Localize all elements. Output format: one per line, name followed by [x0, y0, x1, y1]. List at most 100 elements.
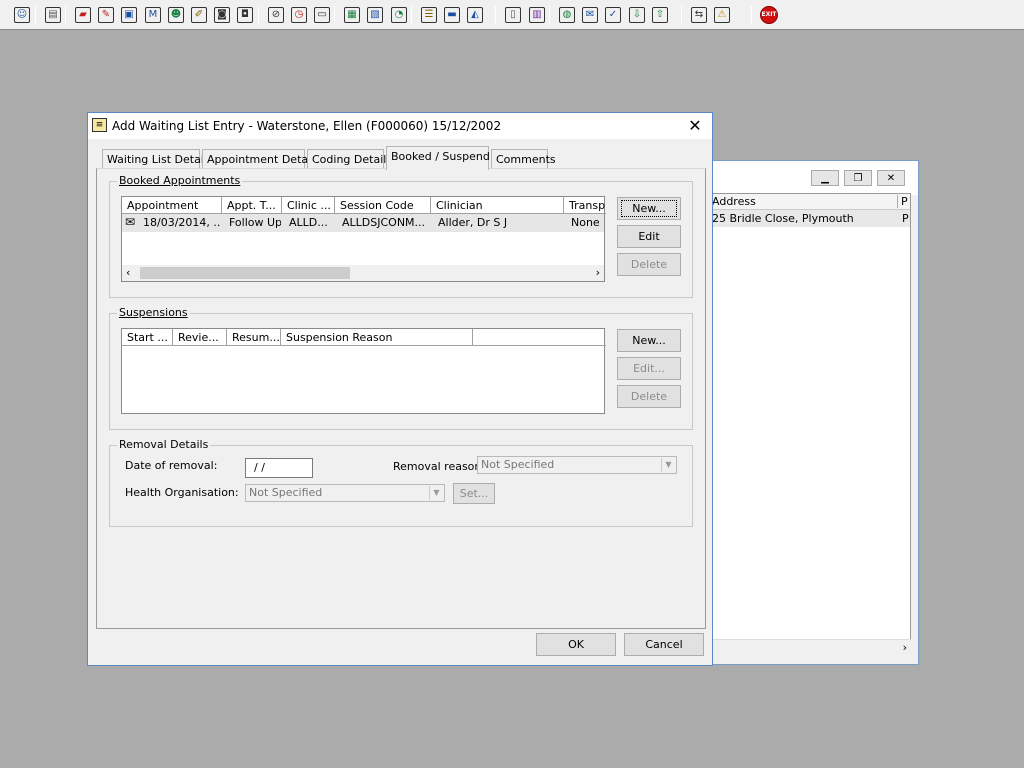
- book-toolbar-button[interactable]: ▰: [73, 5, 93, 25]
- tab-appointment-details[interactable]: Appointment Details: [202, 149, 320, 169]
- tab-comments[interactable]: Comments: [491, 149, 556, 169]
- column-header-appt-type[interactable]: Appt. T...: [222, 197, 282, 214]
- chevron-down-icon[interactable]: ▼: [429, 486, 443, 500]
- booked-delete-button[interactable]: Delete: [617, 253, 681, 276]
- edit-toolbar-button[interactable]: ✎: [96, 5, 116, 25]
- background-window-titlebar[interactable]: ▁ ❐ ✕: [701, 161, 918, 195]
- booked-appointments-grid[interactable]: Appointment Appt. T... Clinic ... Sessio…: [121, 196, 606, 282]
- no-entry-icon: ⊘: [268, 7, 284, 23]
- mail-toolbar-button[interactable]: M: [143, 5, 163, 25]
- booked-grid-header: Appointment Appt. T... Clinic ... Sessio…: [122, 197, 606, 214]
- suspension-delete-button[interactable]: Delete: [617, 385, 681, 408]
- monitor-toolbar-button[interactable]: ▭: [312, 5, 332, 25]
- globe-toolbar-button[interactable]: ◍: [557, 5, 577, 25]
- close-button[interactable]: ✕: [877, 170, 905, 186]
- check-form-toolbar-button[interactable]: ✓: [603, 5, 623, 25]
- cancel-button[interactable]: Cancel: [624, 633, 704, 656]
- dialog-titlebar[interactable]: ≡ Add Waiting List Entry - Waterstone, E…: [88, 113, 712, 139]
- set-organisation-button[interactable]: Set...: [453, 483, 495, 504]
- booked-edit-button[interactable]: Edit: [617, 225, 681, 248]
- add-waiting-list-dialog[interactable]: ≡ Add Waiting List Entry - Waterstone, E…: [87, 112, 713, 666]
- globe-icon: ◍: [559, 7, 575, 23]
- scroll-right-icon[interactable]: ›: [596, 266, 600, 279]
- notepad-icon: ≡: [92, 118, 107, 132]
- restore-button[interactable]: ❐: [844, 170, 872, 186]
- column-header-p[interactable]: P: [897, 195, 908, 208]
- camera-toolbar-button[interactable]: ◙: [212, 5, 232, 25]
- download-toolbar-button[interactable]: ⇩: [627, 5, 647, 25]
- tab-waiting-list-details[interactable]: Waiting List Details: [102, 149, 213, 169]
- patient-list[interactable]: Address P 25 Bridle Close, Plymouth P: [709, 193, 911, 647]
- bed-toolbar-button[interactable]: ▬: [442, 5, 462, 25]
- tab-booked-suspend[interactable]: Booked / Suspend: [386, 146, 490, 170]
- suspensions-group: Suspensions Start ... Revie... Resum... …: [109, 306, 693, 430]
- upload-toolbar-button[interactable]: ⇧: [650, 5, 670, 25]
- note-toolbar-button[interactable]: ✐: [189, 5, 209, 25]
- health-organisation-select[interactable]: Not Specified ▼: [245, 484, 445, 502]
- report-toolbar-button[interactable]: ▦: [342, 5, 362, 25]
- removal-reason-select[interactable]: Not Specified ▼: [477, 456, 677, 474]
- minimize-button[interactable]: ▁: [811, 170, 839, 186]
- letter-toolbar-button[interactable]: ✉: [580, 5, 600, 25]
- removal-reason-value: Not Specified: [481, 458, 555, 471]
- ok-button[interactable]: OK: [536, 633, 616, 656]
- suspension-edit-button[interactable]: Edit...: [617, 357, 681, 380]
- chart-icon: ▥: [529, 7, 545, 23]
- card-toolbar-button[interactable]: ▣: [119, 5, 139, 25]
- scroll-right-icon[interactable]: ›: [903, 641, 907, 654]
- background-window[interactable]: ▁ ❐ ✕ Address P 25 Bridle Close, Plymout…: [700, 160, 919, 665]
- column-header-start[interactable]: Start ...: [122, 329, 173, 346]
- letter-icon: ✉: [582, 7, 598, 23]
- date-of-removal-field[interactable]: / /: [245, 458, 313, 478]
- suspensions-label: Suspensions: [117, 306, 190, 319]
- column-header-clinician[interactable]: Clinician: [431, 197, 564, 214]
- transport-toolbar-button[interactable]: ◭: [465, 5, 485, 25]
- column-header-appointment[interactable]: Appointment: [122, 197, 222, 214]
- check-form-icon: ✓: [605, 7, 621, 23]
- patient-list-header: Address P: [710, 194, 910, 210]
- chevron-down-icon[interactable]: ▼: [661, 458, 675, 472]
- schedule-toolbar-button[interactable]: ◔: [389, 5, 409, 25]
- no-entry-toolbar-button[interactable]: ⊘: [266, 5, 286, 25]
- column-header-blank[interactable]: [473, 329, 606, 346]
- video-toolbar-button[interactable]: ◘: [235, 5, 255, 25]
- print-toolbar-button[interactable]: ▤: [43, 5, 63, 25]
- column-header-clinic[interactable]: Clinic ...: [282, 197, 335, 214]
- person-toolbar-button[interactable]: ☻: [166, 5, 186, 25]
- form-toolbar-button[interactable]: ▧: [365, 5, 385, 25]
- suspensions-grid[interactable]: Start ... Revie... Resum... Suspension R…: [121, 328, 606, 414]
- column-header-session-code[interactable]: Session Code: [335, 197, 431, 214]
- form-icon: ▧: [367, 7, 383, 23]
- background-horizontal-scrollbar[interactable]: ›: [709, 639, 911, 656]
- transfer-toolbar-button[interactable]: ⇆: [689, 5, 709, 25]
- document-toolbar-button[interactable]: ▯: [503, 5, 523, 25]
- column-header-address[interactable]: Address: [712, 195, 756, 208]
- edit-icon: ✎: [98, 7, 114, 23]
- scrollbar-thumb[interactable]: [140, 267, 350, 279]
- transport-cell: None: [571, 216, 600, 229]
- warning-toolbar-button[interactable]: ⚠: [712, 5, 732, 25]
- suspension-new-button[interactable]: New...: [617, 329, 681, 352]
- removal-reason-label: Removal reason:: [393, 460, 486, 473]
- column-header-transport[interactable]: Transp: [564, 197, 606, 214]
- column-header-suspension-reason[interactable]: Suspension Reason: [281, 329, 473, 346]
- user-icon: ☺: [14, 7, 30, 23]
- tab-coding-details[interactable]: Coding Details: [307, 149, 392, 169]
- scroll-left-icon[interactable]: ‹: [126, 266, 130, 279]
- exit-toolbar-button[interactable]: EXIT: [759, 5, 779, 25]
- list-toolbar-button[interactable]: ☰: [419, 5, 439, 25]
- booked-new-button[interactable]: New...: [617, 197, 681, 220]
- user-toolbar-button[interactable]: ☺: [12, 5, 32, 25]
- list-item[interactable]: 25 Bridle Close, Plymouth P: [710, 210, 910, 227]
- removal-details-group: Removal Details Date of removal: / / Rem…: [109, 438, 693, 527]
- health-organisation-label: Health Organisation:: [125, 486, 239, 499]
- column-header-review[interactable]: Revie...: [173, 329, 227, 346]
- close-icon[interactable]: ✕: [686, 116, 704, 135]
- column-header-resume[interactable]: Resum...: [227, 329, 281, 346]
- clock-toolbar-button[interactable]: ◷: [289, 5, 309, 25]
- table-row[interactable]: ✉ 18/03/2014, ... Follow Up ALLD... ALLD…: [122, 214, 604, 232]
- booked-grid-horizontal-scrollbar[interactable]: ‹ ›: [122, 265, 604, 281]
- p-cell: P: [902, 212, 909, 225]
- chart-toolbar-button[interactable]: ▥: [527, 5, 547, 25]
- session-code-cell: ALLDSJCONM...: [342, 216, 426, 229]
